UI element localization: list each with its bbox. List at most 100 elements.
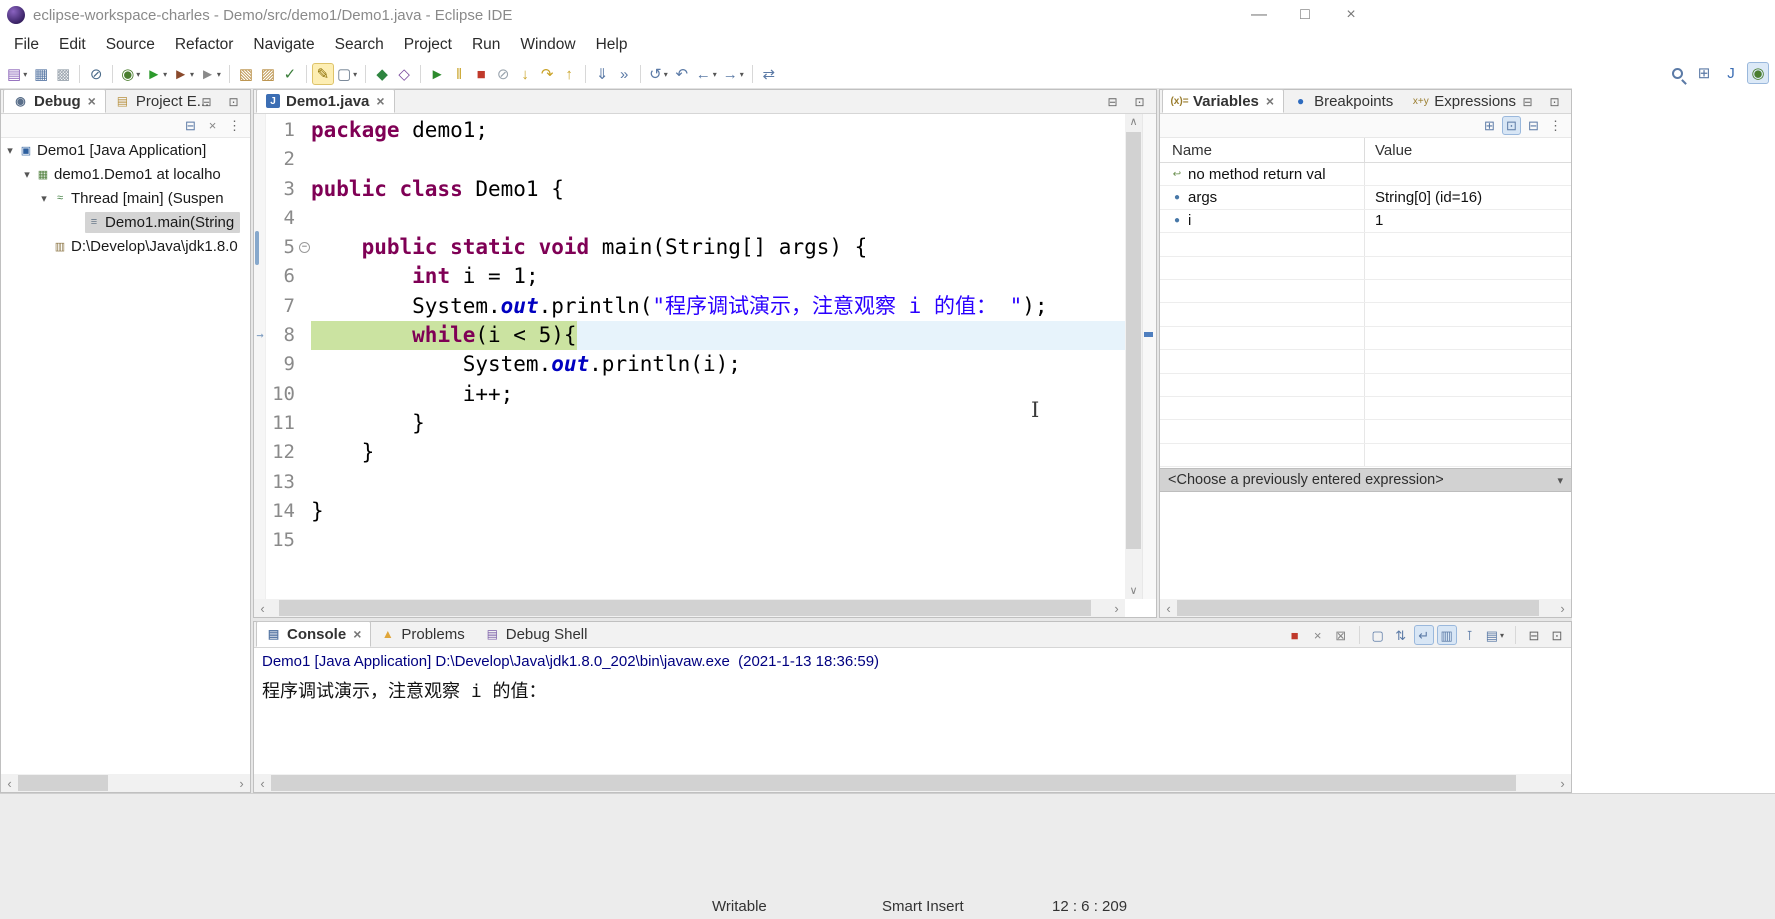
column-header-name[interactable]: Name — [1160, 138, 1365, 162]
debug-perspective-button[interactable]: ◉ — [1747, 62, 1769, 84]
clear-console-button[interactable]: ▢ — [1368, 625, 1388, 645]
back-button[interactable]: ←▾ — [693, 63, 720, 85]
code-area[interactable]: 1package demo1;23public class Demo1 {45−… — [254, 114, 1125, 599]
scroll-right-icon[interactable]: › — [1108, 601, 1125, 616]
coverage-button[interactable]: ►▾ — [170, 63, 197, 85]
variable-row[interactable]: ●argsString[0] (id=16) — [1160, 186, 1571, 209]
toggle-mark-occurrences-button[interactable]: ✎ — [312, 63, 334, 85]
close-tab-icon[interactable]: × — [1266, 93, 1274, 109]
new-class-button[interactable]: ◆ — [371, 63, 393, 85]
console-output-area[interactable]: Demo1 [Java Application] D:\Develop\Java… — [254, 648, 1571, 774]
scrollbar-track[interactable] — [271, 599, 1108, 617]
code-line-2[interactable]: 2 — [254, 145, 1125, 174]
code-line-14[interactable]: 14} — [254, 497, 1125, 526]
scroll-left-icon[interactable]: ‹ — [1, 776, 18, 791]
collapse-all-button[interactable]: ⊟ — [1524, 116, 1543, 135]
chevron-down-icon[interactable]: ▾ — [3, 144, 17, 157]
variable-row[interactable]: ↩no method return val — [1160, 163, 1571, 186]
scrollbar-thumb[interactable] — [1177, 600, 1539, 616]
menu-search[interactable]: Search — [325, 32, 394, 58]
disconnect-button[interactable]: ⊘ — [492, 63, 514, 85]
console-horizontal-scrollbar[interactable]: ‹ › — [254, 774, 1571, 792]
new-wizard-button[interactable]: ▤▾ — [4, 63, 30, 85]
step-into-button[interactable]: ↓ — [514, 63, 536, 85]
tab-variables[interactable]: (x)=Variables× — [1162, 89, 1284, 113]
resume-button[interactable]: ► — [426, 63, 448, 85]
scroll-down-icon[interactable]: ∨ — [1129, 583, 1137, 599]
remove-all-terminated-button[interactable]: × — [203, 116, 222, 135]
menu-run[interactable]: Run — [462, 32, 510, 58]
code-line-8[interactable]: →8 while(i < 5){ — [254, 321, 1125, 350]
window-close-button[interactable]: × — [1328, 1, 1374, 29]
code-line-7[interactable]: 7 System.out.println("程序调试演示，注意观察 i 的值： … — [254, 292, 1125, 321]
fold-collapse-icon[interactable]: − — [298, 233, 311, 262]
skip-all-breakpoints-button[interactable]: ⊘ — [85, 63, 107, 85]
window-maximize-button[interactable]: □ — [1282, 1, 1328, 29]
code-line-9[interactable]: 9 System.out.println(i); — [254, 350, 1125, 379]
expression-entry-bar[interactable]: <Choose a previously entered expression>… — [1160, 468, 1571, 492]
dropdown-arrow-icon[interactable]: ▾ — [190, 70, 194, 79]
tab-demo1-java[interactable]: JDemo1.java× — [256, 89, 395, 113]
chevron-down-icon[interactable]: ▾ — [37, 192, 51, 205]
debug-button[interactable]: ◉▾ — [118, 63, 143, 85]
dropdown-arrow-icon[interactable]: ▾ — [23, 70, 27, 79]
close-tab-icon[interactable]: × — [376, 93, 384, 109]
dropdown-arrow-icon[interactable]: ▾ — [740, 70, 744, 79]
menu-refactor[interactable]: Refactor — [165, 32, 244, 58]
scroll-left-icon[interactable]: ‹ — [254, 601, 271, 616]
step-over-button[interactable]: ↷ — [536, 63, 558, 85]
scrollbar-thumb[interactable] — [271, 775, 1516, 791]
tree-item[interactable]: ▾▣Demo1 [Java Application] — [1, 138, 250, 162]
code-line-1[interactable]: 1package demo1; — [254, 116, 1125, 145]
open-console-button[interactable]: ▤▾ — [1483, 625, 1507, 645]
collapse-all-button[interactable]: ⊟ — [181, 116, 200, 135]
scrollbar-track[interactable] — [18, 774, 233, 792]
close-tab-icon[interactable]: × — [353, 626, 361, 642]
menu-project[interactable]: Project — [394, 32, 462, 58]
suspend-button[interactable]: ‖ — [448, 63, 470, 85]
dropdown-arrow-icon[interactable]: ▾ — [217, 70, 221, 79]
remove-all-terminated-button[interactable]: ⊠ — [1331, 625, 1351, 645]
word-wrap-button[interactable]: ↵ — [1414, 625, 1434, 645]
show-on-output-button[interactable]: ▥ — [1437, 625, 1457, 645]
current-line-marker[interactable] — [1144, 332, 1153, 337]
code-line-11[interactable]: 11 } — [254, 409, 1125, 438]
java-perspective-button[interactable]: J — [1720, 62, 1742, 84]
dropdown-arrow-icon[interactable]: ▾ — [664, 70, 668, 79]
tab-problems[interactable]: ▲Problems — [371, 621, 475, 647]
open-task-button[interactable]: ▢▾ — [334, 63, 360, 85]
tree-item[interactable]: ▾≈Thread [main] (Suspen — [1, 186, 250, 210]
tree-item[interactable]: ≡Demo1.main(String — [1, 210, 250, 234]
save-button[interactable]: ▦ — [30, 63, 52, 85]
overview-ruler[interactable] — [1142, 114, 1156, 599]
dropdown-arrow-icon[interactable]: ▾ — [713, 70, 717, 79]
tab-debug[interactable]: ◉Debug× — [3, 89, 106, 113]
show-type-names-button[interactable]: ⊞ — [1480, 116, 1499, 135]
debug-horizontal-scrollbar[interactable]: ‹ › — [1, 774, 250, 792]
dropdown-arrow-icon[interactable]: ▾ — [163, 70, 167, 79]
scroll-lock-button[interactable]: ⇅ — [1391, 625, 1411, 645]
drop-to-frame-button[interactable]: ⇓ — [591, 63, 613, 85]
column-header-value[interactable]: Value — [1365, 142, 1412, 159]
run-last-tool-button[interactable]: ↺▾ — [646, 63, 671, 85]
link-with-editor-button[interactable]: ⇄ — [758, 63, 780, 85]
open-perspective-button[interactable]: ⊞ — [1693, 62, 1715, 84]
chevron-down-icon[interactable]: ▾ — [20, 168, 34, 181]
minimize-view-button[interactable]: ⊟ — [1524, 625, 1544, 645]
search-tasks-button[interactable]: ✓ — [279, 63, 301, 85]
menu-navigate[interactable]: Navigate — [243, 32, 324, 58]
debug-view-menu-button[interactable]: ⋮ — [225, 116, 244, 135]
window-minimize-button[interactable]: — — [1236, 1, 1282, 29]
remove-launch-button[interactable]: × — [1308, 625, 1328, 645]
maximize-view-icon[interactable]: ⊡ — [226, 94, 241, 109]
forward-button[interactable]: →▾ — [720, 63, 747, 85]
chevron-down-icon[interactable]: ▾ — [1557, 474, 1563, 487]
terminate-button[interactable]: ■ — [470, 63, 492, 85]
scroll-left-icon[interactable]: ‹ — [1160, 601, 1177, 616]
minimize-view-icon[interactable]: ⊟ — [1105, 94, 1120, 109]
scroll-left-icon[interactable]: ‹ — [254, 776, 271, 791]
scrollbar-thumb[interactable] — [18, 775, 108, 791]
maximize-view-button[interactable]: ⊡ — [1547, 625, 1567, 645]
variable-row[interactable]: ●i1 — [1160, 210, 1571, 233]
code-line-3[interactable]: 3public class Demo1 { — [254, 175, 1125, 204]
